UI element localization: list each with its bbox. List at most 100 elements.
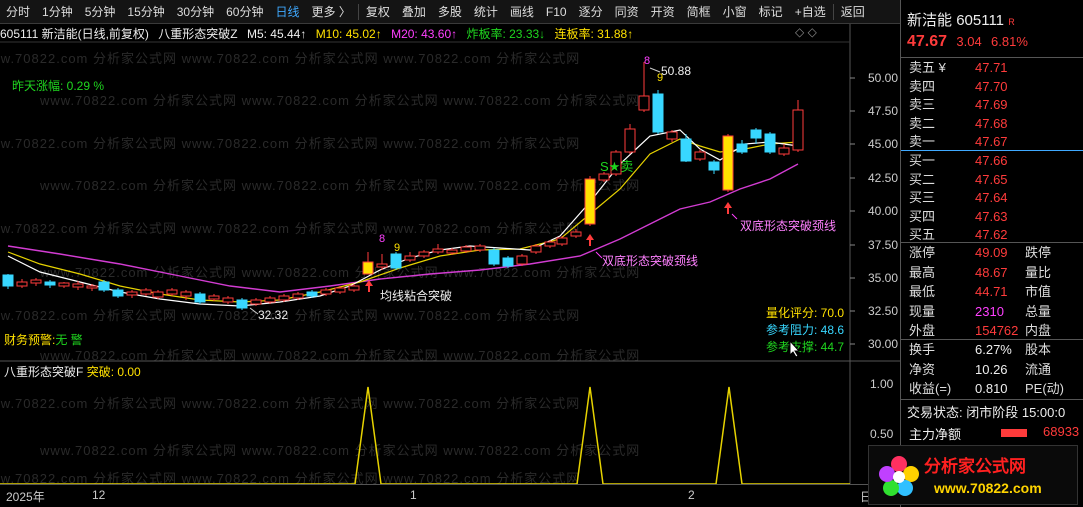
candle-body <box>544 241 556 247</box>
ask-row: 卖四 47.70 <box>901 77 1083 96</box>
candle-body <box>418 251 430 257</box>
fundamental-row: 收益(=) 0.810 PE(动) <box>901 379 1083 398</box>
bid-row-value: 47.63 <box>975 208 1008 224</box>
stat-row-label: 现量 <box>909 303 936 319</box>
xaxis-label-jan: 1 <box>410 488 417 502</box>
price-tick-label: 37.50 <box>868 238 898 252</box>
fundamental-row-label2: 股本 <box>1025 342 1052 357</box>
toolbar-item[interactable]: 多股 <box>432 0 468 24</box>
candle-body <box>98 281 110 291</box>
bid-row: 买二 47.65 <box>901 170 1083 189</box>
bid-row: 买一 47.66 <box>901 151 1083 170</box>
toolbar-item[interactable]: 标记 <box>753 0 789 24</box>
toolbar-item[interactable]: 复权 <box>360 0 396 24</box>
toolbar-item[interactable]: 统计 <box>468 0 504 24</box>
stat-row-value: 154762 <box>975 323 1019 338</box>
fundamental-row-label: 收益(=) <box>909 381 952 396</box>
yesterday-change: 昨天涨幅: 0.29 % <box>12 79 105 93</box>
toolbar-item[interactable]: 开资 <box>645 0 681 24</box>
kline-chart[interactable]: 50.00 47.50 45.00 42.50 40.00 37.50 35.00 32.50… <box>0 24 900 484</box>
date-axis: 2025年 12 1 2 日 <box>0 484 900 507</box>
toolbar-item[interactable]: 1分钟 <box>36 0 79 24</box>
toolbar-item[interactable]: 更多 〉 <box>305 0 356 24</box>
candle-body <box>666 131 678 140</box>
candle-body <box>208 295 220 300</box>
ask-row-value: 47.69 <box>975 97 1008 112</box>
toolbar-item[interactable]: 同资 <box>609 0 645 24</box>
stat-row-label2: 跌停 <box>1025 245 1052 260</box>
stat-row-label2: 内盘 <box>1025 323 1052 338</box>
ask-row-value: 47.67 <box>975 134 1008 149</box>
ask-row: 卖五 ¥ 47.71 <box>901 58 1083 77</box>
toolbar-separator <box>832 3 834 20</box>
stat-row-label: 最低 <box>909 284 936 299</box>
candle-body <box>390 253 402 269</box>
toolbar-item[interactable]: 逐分 <box>573 0 609 24</box>
bid-row: 买三 47.64 <box>901 188 1083 207</box>
breakout-arrow-1 <box>365 280 373 292</box>
toolbar-item[interactable]: 简框 <box>681 0 717 24</box>
price-tick-label: 42.50 <box>868 171 898 185</box>
trade-status: 交易状态: 闭市阶段 15:00:0 <box>907 405 1066 420</box>
toolbar-item[interactable]: 15分钟 <box>121 0 170 24</box>
toolbar-item[interactable]: 日线 <box>269 0 305 24</box>
candle-body <box>16 281 28 287</box>
toolbar-item[interactable]: 返回 <box>835 0 871 24</box>
bid-row-label: 买一 <box>909 153 936 168</box>
price-tick-label: 40.00 <box>868 204 898 218</box>
signal-candle <box>362 261 374 275</box>
logo-text: 分析家公式网 <box>924 457 1026 476</box>
toolbar-item[interactable]: F10 <box>540 0 573 24</box>
candle-body <box>516 255 528 265</box>
toolbar-item[interactable]: 画线 <box>504 0 540 24</box>
toolbar-item[interactable]: 小窗 <box>717 0 753 24</box>
count-9-first: 9 <box>394 242 401 254</box>
toolbar-item[interactable]: 30分钟 <box>171 0 220 24</box>
xaxis-year: 2025年 <box>6 490 45 504</box>
stat-row: 最高 48.67 量比 <box>901 263 1083 282</box>
fundamental-row-label2: 流通 <box>1025 361 1052 377</box>
candle-body <box>694 151 706 160</box>
price-axis: 50.00 47.50 45.00 42.50 40.00 37.50 35.00 32.50… <box>850 71 898 351</box>
candle-body <box>250 299 262 305</box>
ask-row-label: 卖五 ¥ <box>909 60 946 75</box>
toolbar-item[interactable]: 60分钟 <box>220 0 269 24</box>
subchart-info: 八重形态突破F 突破: 0.00 <box>4 363 141 380</box>
subchart-indicator-name[interactable]: 八重形态突破F <box>4 365 83 379</box>
candle-body <box>320 289 332 295</box>
mouse-cursor-icon <box>789 340 801 358</box>
ma5-line <box>7 129 799 307</box>
fundamental-row-label: 净资 <box>909 361 936 377</box>
candle-body <box>502 257 514 267</box>
low-pointer <box>249 307 259 315</box>
candle-body <box>152 291 164 298</box>
ask-row-value: 47.68 <box>975 115 1008 131</box>
sub-tick-label: 0.50 <box>870 427 894 441</box>
signal-candle <box>584 178 596 225</box>
toolbar-item[interactable]: 分时 <box>0 0 36 24</box>
stat-row-label2: 总量 <box>1025 303 1052 319</box>
price-tick-label: 50.00 <box>868 71 898 85</box>
bid-row-value: 47.65 <box>975 171 1008 187</box>
price-tick-label: 45.00 <box>868 137 898 151</box>
bid-row-value: 47.64 <box>975 190 1008 205</box>
candle-body <box>488 249 500 265</box>
ask-row-value: 47.71 <box>975 60 1008 75</box>
financial-warning: 财务预警:无 警 <box>4 331 83 348</box>
candle-body <box>278 295 290 301</box>
main-flow-label: 主力净额 <box>909 427 962 442</box>
stat-row: 外盘 154762 内盘 <box>901 321 1083 340</box>
flower-logo-icon <box>879 456 919 496</box>
fundamental-row-value: 0.810 <box>975 381 1008 396</box>
toolbar-item[interactable]: 叠加 <box>396 0 432 24</box>
logo-url: www.70822.com <box>934 480 1042 496</box>
candle-body <box>556 237 568 245</box>
neck-pointer-2 <box>731 213 738 220</box>
toolbar-item[interactable]: 5分钟 <box>79 0 122 24</box>
main-flow-value: 68933 <box>1043 424 1080 439</box>
toolbar-item[interactable]: +自选 <box>789 0 832 24</box>
site-logo: 分析家公式网 www.70822.com <box>868 445 1078 505</box>
price-tick-label: 32.50 <box>868 304 898 318</box>
price-change-pct: 6.81% <box>991 34 1028 49</box>
candle-body <box>432 248 444 253</box>
